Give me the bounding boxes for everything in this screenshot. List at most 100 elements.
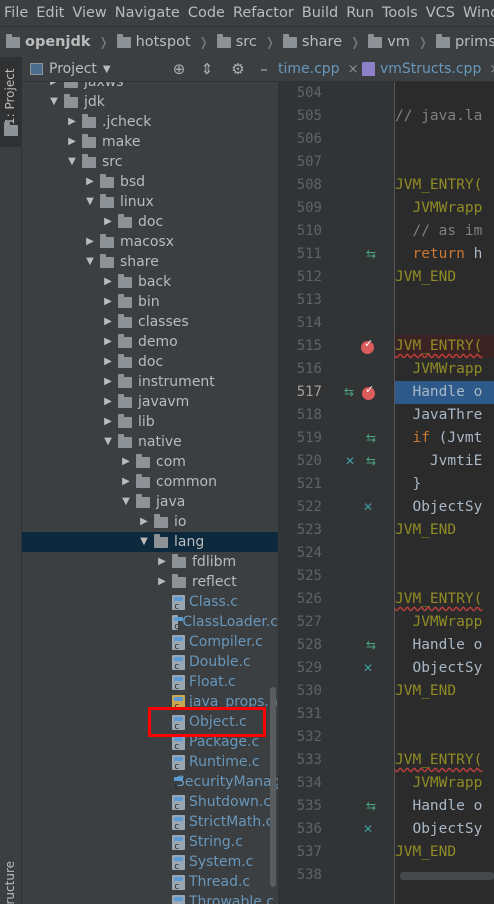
tree-file[interactable]: Float.c (22, 672, 278, 692)
implementation-arrows-icon[interactable]: ⇆ (366, 431, 376, 445)
implementation-arrows-icon[interactable]: ⇆ (366, 638, 376, 652)
chevron-right-icon[interactable]: ▶ (120, 456, 132, 468)
chevron-right-icon[interactable]: ▶ (102, 336, 114, 348)
tree-file[interactable]: Compiler.c (22, 632, 278, 652)
project-view-selector[interactable]: Project ▼ (22, 61, 111, 77)
chevron-right-icon[interactable]: ▶ (138, 516, 150, 528)
chevron-right-icon[interactable]: ▶ (66, 116, 78, 128)
menu-item-tools[interactable]: Tools (378, 5, 422, 21)
tree-folder-jcheck[interactable]: ▶ .jcheck (22, 112, 278, 132)
breadcrumb-item[interactable]: hotspot ❭ (111, 33, 211, 50)
tree-folder-jdk[interactable]: ▼ jdk (22, 92, 278, 112)
overrides-icon[interactable]: ✕ (345, 454, 355, 468)
chevron-right-icon[interactable]: ▶ (102, 316, 114, 328)
menu-item-windo[interactable]: Windo (459, 5, 494, 21)
overrides-icon[interactable]: ✕ (363, 822, 373, 836)
implementation-arrows-icon[interactable]: ⇆ (366, 247, 376, 261)
breadcrumb-item[interactable]: prims❭ (430, 33, 494, 50)
chevron-down-icon[interactable]: ▼ (138, 536, 150, 548)
minimize-icon[interactable]: – (255, 59, 273, 79)
tree-folder-bsd[interactable]: ▶ bsd (22, 172, 278, 192)
tree-folder-macosx[interactable]: ▶ macosx (22, 232, 278, 252)
chevron-right-icon[interactable]: ▶ (156, 576, 168, 588)
tree-file[interactable]: SecurityManag (22, 772, 278, 792)
editor-tab[interactable]: time.cpp × (278, 57, 358, 81)
chevron-right-icon[interactable]: ▶ (102, 216, 114, 228)
tree-folder-share[interactable]: ▼ share (22, 252, 278, 272)
tree-file[interactable]: System.c (22, 852, 278, 872)
breadcrumb-item[interactable]: openjdk ❭ (0, 33, 111, 50)
chevron-right-icon[interactable]: ▶ (48, 82, 60, 88)
tree-file[interactable]: Shutdown.c (22, 792, 278, 812)
editor-gutter[interactable]: 504 505 506 507 508 509 510 511 ⇆ 512 513 514 515 516… (278, 82, 395, 904)
chevron-right-icon[interactable]: ▶ (84, 236, 96, 248)
implementation-arrows-icon[interactable]: ⇆ (366, 799, 376, 813)
breadcrumb-item[interactable]: share ❭ (277, 33, 362, 50)
chevron-right-icon[interactable]: ▶ (102, 276, 114, 288)
tree-file[interactable]: StrictMath.c (22, 812, 278, 832)
chevron-right-icon[interactable]: ▶ (156, 556, 168, 568)
overrides-icon[interactable]: ✕ (363, 500, 373, 514)
tree-folder-com[interactable]: ▶ com (22, 452, 278, 472)
tree-file[interactable]: Runtime.c (22, 752, 278, 772)
tree-folder-linux[interactable]: ▼ linux (22, 192, 278, 212)
tree-scrollbar[interactable] (270, 687, 276, 887)
tree-file[interactable]: ClassLoader.c (22, 612, 278, 632)
chevron-right-icon[interactable]: ▶ (84, 176, 96, 188)
tree-file[interactable]: String.c (22, 832, 278, 852)
chevron-right-icon[interactable]: ▶ (102, 396, 114, 408)
tree-folder-classes[interactable]: ▶ classes (22, 312, 278, 332)
collapse-icon[interactable]: ⇕ (198, 59, 216, 79)
tree-folder-io[interactable]: ▶ io (22, 512, 278, 532)
close-icon[interactable]: × (348, 62, 359, 77)
crosshair-icon[interactable]: ⊕ (170, 59, 188, 79)
chevron-down-icon[interactable]: ▼ (84, 256, 96, 268)
editor-horizontal-scrollbar[interactable] (400, 872, 494, 880)
breakpoint-icon[interactable] (362, 383, 375, 400)
tree-folder-lang[interactable]: ▼ lang (22, 532, 278, 552)
tree-file[interactable]: Class.c (22, 592, 278, 612)
chevron-down-icon[interactable]: ▼ (66, 156, 78, 168)
tree-folder-make[interactable]: ▶ make (22, 132, 278, 152)
tree-folder-fdlibm[interactable]: ▶ fdlibm (22, 552, 278, 572)
menu-item-code[interactable]: Code (184, 5, 229, 21)
tree-folder-javavm[interactable]: ▶ javavm (22, 392, 278, 412)
breadcrumb-item[interactable]: src ❭ (211, 33, 277, 50)
tree-folder-doc[interactable]: ▶ doc (22, 212, 278, 232)
menu-item-file[interactable]: File (0, 5, 32, 21)
tree-folder-reflect[interactable]: ▶ reflect (22, 572, 278, 592)
structure-tool-tab[interactable]: ructure (3, 861, 17, 904)
tree-folder-lib[interactable]: ▶ lib (22, 412, 278, 432)
tree-folder-native[interactable]: ▼ native (22, 432, 278, 452)
chevron-right-icon[interactable]: ▶ (120, 476, 132, 488)
breadcrumb-item[interactable]: vm ❭ (362, 33, 430, 50)
close-icon[interactable]: × (489, 62, 494, 77)
tree-folder-jaxws[interactable]: ▶ jaxws (22, 82, 278, 92)
menu-item-run[interactable]: Run (342, 5, 378, 21)
menu-item-refactor[interactable]: Refactor (229, 5, 298, 21)
menu-item-vcs[interactable]: VCS (422, 5, 459, 21)
project-tool-tab[interactable]: 1: Project (0, 57, 21, 147)
overrides-icon[interactable]: ✕ (363, 661, 373, 675)
tree-folder-demo[interactable]: ▶ demo (22, 332, 278, 352)
tree-file[interactable]: Thread.c (22, 872, 278, 892)
tree-folder-back[interactable]: ▶ back (22, 272, 278, 292)
gear-icon[interactable]: ⚙ (229, 59, 247, 79)
chevron-down-icon[interactable]: ▼ (84, 196, 96, 208)
tree-folder-src[interactable]: ▼ src (22, 152, 278, 172)
breakpoint-icon[interactable] (361, 337, 374, 354)
editor-tab[interactable]: vmStructs.cpp × (362, 57, 494, 81)
menu-item-view[interactable]: View (68, 5, 110, 21)
menu-item-build[interactable]: Build (298, 5, 342, 21)
menu-item-edit[interactable]: Edit (32, 5, 68, 21)
implementation-arrows-icon[interactable]: ⇆ (344, 385, 354, 399)
chevron-right-icon[interactable]: ▶ (102, 376, 114, 388)
tree-folder-common[interactable]: ▶ common (22, 472, 278, 492)
tree-file[interactable]: Throwable.c (22, 892, 278, 904)
tree-folder-bin[interactable]: ▶ bin (22, 292, 278, 312)
tree-file[interactable]: Double.c (22, 652, 278, 672)
chevron-right-icon[interactable]: ▶ (102, 356, 114, 368)
implementation-arrows-icon[interactable]: ⇆ (366, 454, 376, 468)
chevron-right-icon[interactable]: ▶ (66, 136, 78, 148)
code-editor[interactable]: // java.la JVM_ENTRY( JVMWrapp // as im r… (395, 82, 494, 904)
